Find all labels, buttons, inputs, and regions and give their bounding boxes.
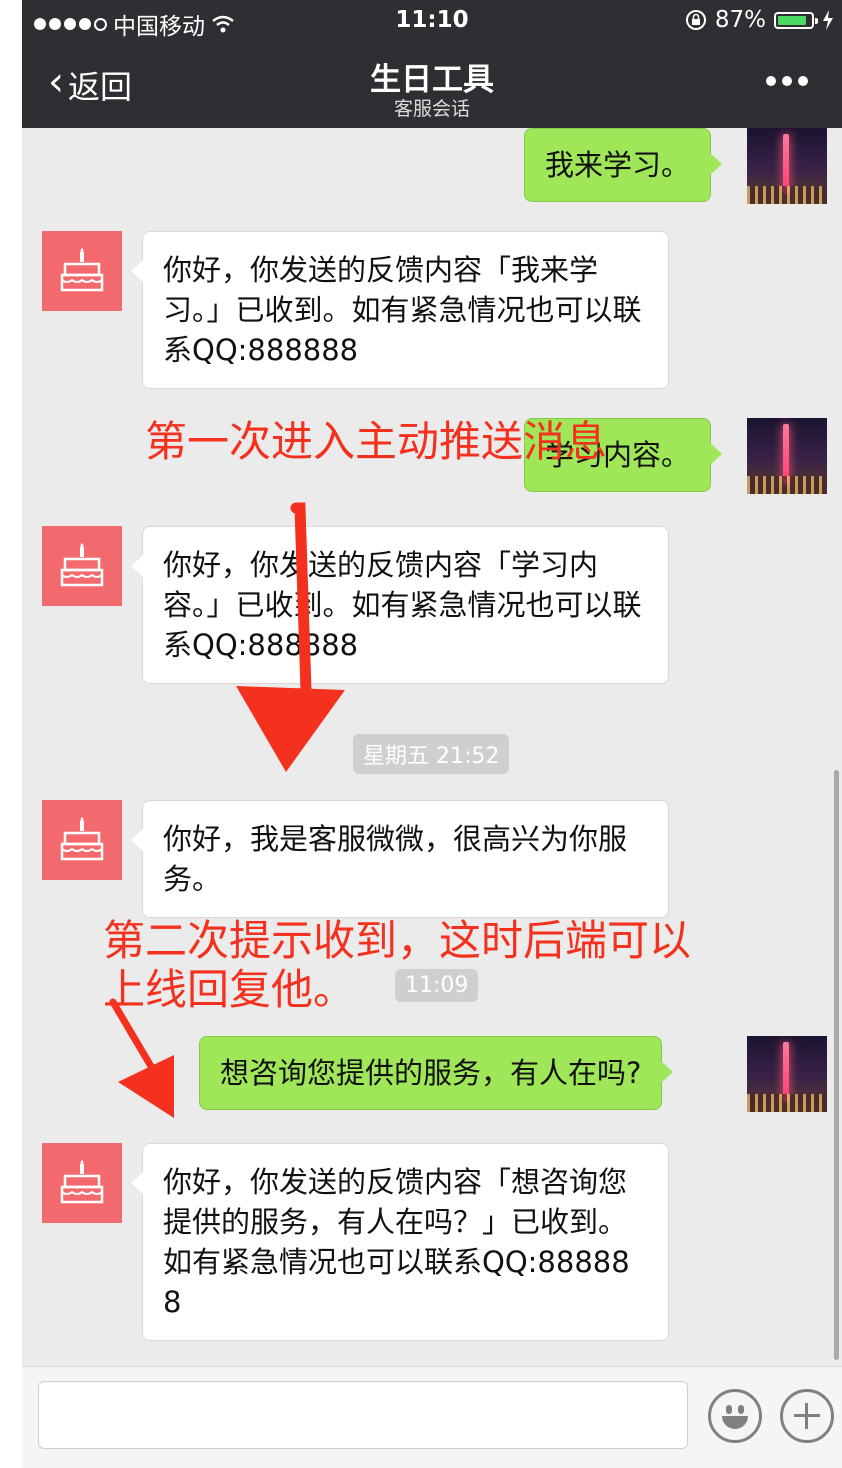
bot-avatar[interactable] [42,526,122,606]
page-subtitle: 客服会话 [393,98,470,120]
page-title: 生日工具 [370,62,494,98]
timestamp: 星期五 21:52 [353,734,510,774]
plus-icon[interactable] [780,1389,834,1443]
bot-avatar[interactable] [42,800,122,880]
annotation-second-line2: 上线回复他。 [103,965,356,1014]
birthday-cake-icon [60,1160,104,1204]
received-message-bubble[interactable]: 你好，你发送的反馈内容「想咨询您提供的服务，有人在吗？」已收到。如有紧急情况也可… [131,1143,669,1341]
message-input[interactable] [38,1381,688,1449]
annotation-first-push: 第一次进入主动推送消息 [145,417,608,466]
received-message-bubble[interactable]: 你好，你发送的反馈内容「我来学习。」已收到。如有紧急情况也可以联系QQ:8888… [131,231,669,389]
received-message-bubble[interactable]: 你好，你发送的反馈内容「学习内容。」已收到。如有紧急情况也可以联系QQ:8888… [131,526,669,684]
nav-bar: ‹ 返回 生日工具 客服会话 [22,42,842,128]
status-right-group: 87% [685,7,834,33]
orientation-lock-icon [685,10,706,30]
annotation-second-line1: 第二次提示收到，这时后端可以 [103,916,692,965]
battery-percent: 87% [714,7,766,33]
user-avatar[interactable] [747,128,827,204]
sent-message-bubble[interactable]: 想咨询您提供的服务，有人在吗? [199,1036,674,1110]
status-bar: 中国移动 11:10 87% [22,0,842,42]
timestamp: 11:09 [395,969,479,1002]
received-message-bubble[interactable]: 你好，我是客服微微，很高兴为你服务。 [131,800,669,918]
emoji-icon[interactable] [708,1389,762,1443]
chat-screen: 中国移动 11:10 87% ‹ 返回 生日工具 客服会话 我来学习。 你好，你… [22,0,842,1468]
battery-fill [778,15,806,25]
user-avatar[interactable] [747,1036,827,1112]
birthday-cake-icon [60,543,104,587]
user-avatar[interactable] [747,418,827,494]
more-dots-icon[interactable] [762,66,812,96]
birthday-cake-icon [60,248,104,292]
bot-avatar[interactable] [42,231,122,311]
sent-message-bubble[interactable]: 我来学习。 [524,128,723,202]
scrollbar[interactable] [834,770,839,1360]
birthday-cake-icon [60,817,104,861]
charging-bolt-icon [823,10,833,30]
input-bar [22,1366,842,1468]
battery-icon [774,11,818,29]
bot-avatar[interactable] [42,1143,122,1223]
